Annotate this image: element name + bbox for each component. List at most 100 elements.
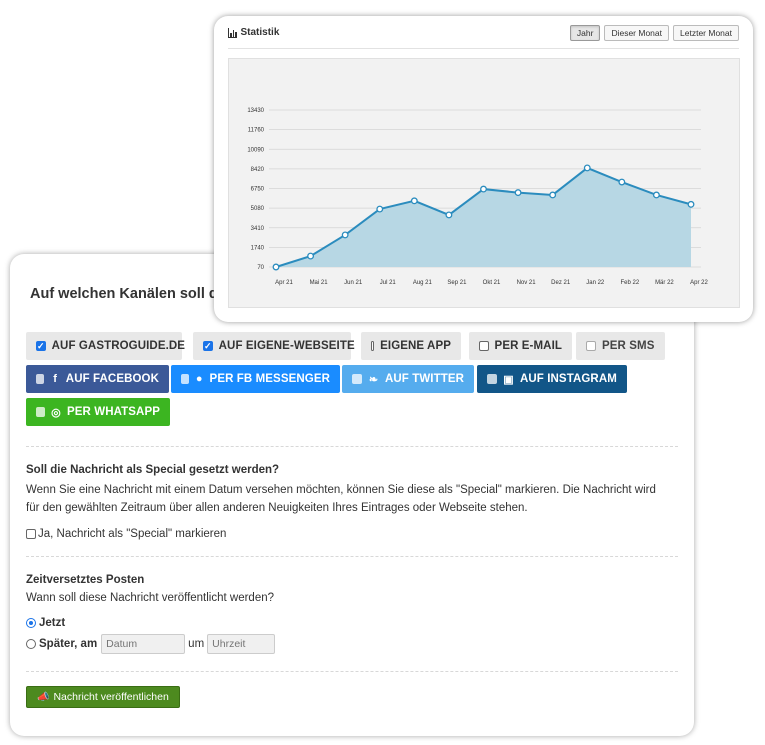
special-description: Wenn Sie eine Nachricht mit einem Datum … (26, 484, 656, 514)
channel-option[interactable]: f AUF FACEBOOK (26, 365, 169, 393)
x-tick-label: Nov 21 (517, 280, 537, 286)
section-divider (26, 446, 678, 447)
data-point[interactable] (687, 200, 695, 208)
y-tick-label: 13430 (247, 108, 264, 114)
section-divider (26, 556, 678, 557)
data-point[interactable] (652, 191, 660, 199)
channel-option[interactable]: ❧ AUF TWITTER (342, 365, 474, 393)
radio-later[interactable]: Später, am um (26, 634, 276, 654)
channel-label: PER WHATSAPP (67, 406, 160, 418)
data-point[interactable] (272, 263, 280, 271)
special-heading: Soll die Nachricht als Special gesetzt w… (26, 464, 280, 476)
whatsapp-icon: ◎ (51, 406, 61, 419)
posting-description: Wann soll diese Nachricht veröffentlicht… (26, 592, 275, 604)
x-tick-label: Jul 21 (380, 280, 397, 286)
publish-button[interactable]: 📣 Nachricht veröffentlichen (26, 686, 180, 708)
x-tick-label: Apr 21 (275, 280, 293, 286)
time-input[interactable] (207, 634, 276, 654)
data-point[interactable] (583, 164, 591, 172)
checkbox[interactable] (371, 341, 375, 351)
x-tick-label: Sep 21 (447, 280, 467, 286)
form-title: Auf welchen Kanälen soll die (30, 286, 230, 302)
radio-later-button[interactable] (26, 639, 36, 649)
channel-label: AUF FACEBOOK (65, 373, 159, 385)
series-area (276, 167, 691, 267)
checked-checkbox[interactable]: ✓ (203, 341, 213, 351)
channel-label: PER SMS (602, 340, 655, 352)
radio-now-button[interactable] (26, 618, 36, 628)
instagram-icon: ▣ (503, 373, 514, 386)
range-year-button[interactable]: Jahr (569, 25, 601, 41)
posting-heading: Zeitversetztes Posten (26, 574, 145, 586)
checkbox[interactable] (487, 374, 497, 384)
date-input[interactable] (101, 634, 186, 654)
data-point[interactable] (445, 211, 453, 219)
data-point[interactable] (514, 189, 522, 197)
channel-option[interactable]: ◎ PER WHATSAPP (26, 398, 170, 426)
checkbox[interactable] (479, 341, 489, 351)
area-chart: 70 1740 3410 5080 6750 8420 10090 11760 13430 Apr… (247, 108, 708, 286)
data-point[interactable] (307, 252, 315, 260)
um-label: um (188, 638, 205, 650)
y-tick-label: 8420 (251, 167, 265, 173)
range-buttons: Jahr Dieser Monat Letzter Monat (569, 25, 739, 41)
channel-option[interactable]: PER SMS (576, 332, 665, 360)
checkbox-box[interactable] (26, 529, 36, 539)
channel-option[interactable]: EIGENE APP (361, 332, 461, 360)
channel-option[interactable]: ● PER FB MESSENGER (171, 365, 340, 393)
y-tick-label: 5080 (251, 206, 265, 212)
x-tick-label: Jan 22 (586, 280, 605, 286)
data-point[interactable] (618, 178, 626, 186)
channel-option[interactable]: ✓ AUF GASTROGUIDE.DE (26, 332, 185, 360)
checkbox[interactable] (586, 341, 596, 351)
chart-plot-area: 70 1740 3410 5080 6750 8420 10090 11760 13430 Apr… (228, 58, 740, 308)
megaphone-icon: 📣 (37, 691, 50, 703)
data-point[interactable] (376, 205, 384, 213)
channel-option[interactable]: ▣ AUF INSTAGRAM (477, 365, 627, 393)
y-tick-label: 1740 (251, 245, 265, 251)
x-tick-label: Jun 21 (344, 280, 363, 286)
twitter-icon: ❧ (368, 373, 379, 386)
radio-later-label: Später, am (39, 638, 98, 650)
channel-label: PER FB MESSENGER (209, 373, 330, 385)
x-tick-label: Mär 22 (655, 280, 674, 286)
special-checkbox-label: Ja, Nachricht als "Special" markieren (38, 528, 227, 540)
checked-checkbox[interactable]: ✓ (36, 341, 46, 351)
data-point[interactable] (549, 191, 557, 199)
channel-label: AUF INSTAGRAM (520, 373, 617, 385)
statistics-header: Statistik Jahr Dieser Monat Letzter Mona… (228, 16, 739, 49)
x-tick-label: Mai 21 (310, 280, 329, 286)
range-last-month-button[interactable]: Letzter Monat (673, 25, 739, 41)
channel-label: AUF TWITTER (384, 373, 464, 385)
publish-button-label: Nachricht veröffentlichen (53, 691, 169, 703)
data-point[interactable] (341, 231, 349, 239)
range-this-month-button[interactable]: Dieser Monat (604, 25, 670, 41)
section-divider (26, 671, 678, 672)
channel-label: PER E-MAIL (494, 340, 562, 352)
x-tick-label: Aug 21 (413, 280, 433, 286)
checkbox[interactable] (36, 407, 46, 417)
y-tick-label: 10090 (247, 147, 264, 153)
y-tick-label: 11760 (248, 128, 265, 134)
x-tick-label: Okt 21 (483, 280, 501, 286)
y-tick-label: 3410 (251, 226, 265, 232)
checkbox[interactable] (36, 374, 45, 384)
checkbox[interactable] (352, 374, 362, 384)
channel-label: EIGENE APP (380, 340, 451, 352)
radio-now-label: Jetzt (39, 617, 66, 629)
data-point[interactable] (480, 185, 487, 193)
statistics-title-text: Statistik (240, 27, 280, 38)
x-tick-label: Feb 22 (620, 280, 639, 286)
x-tick-label: Apr 22 (690, 280, 708, 286)
channel-option[interactable]: PER E-MAIL (469, 332, 572, 360)
checkbox[interactable] (181, 374, 189, 384)
special-checkbox[interactable]: Ja, Nachricht als "Special" markieren (26, 528, 226, 540)
statistics-panel: Statistik Jahr Dieser Monat Letzter Mona… (214, 16, 753, 322)
messenger-icon: ● (195, 373, 203, 385)
radio-now[interactable]: Jetzt (26, 617, 65, 629)
x-tick-label: Dez 21 (551, 280, 571, 286)
data-point[interactable] (410, 197, 418, 205)
channel-option[interactable]: ✓ AUF EIGENE-WEBSEITE (193, 332, 355, 360)
statistics-title: Statistik (228, 27, 279, 38)
channel-label: AUF EIGENE-WEBSEITE (218, 340, 355, 352)
